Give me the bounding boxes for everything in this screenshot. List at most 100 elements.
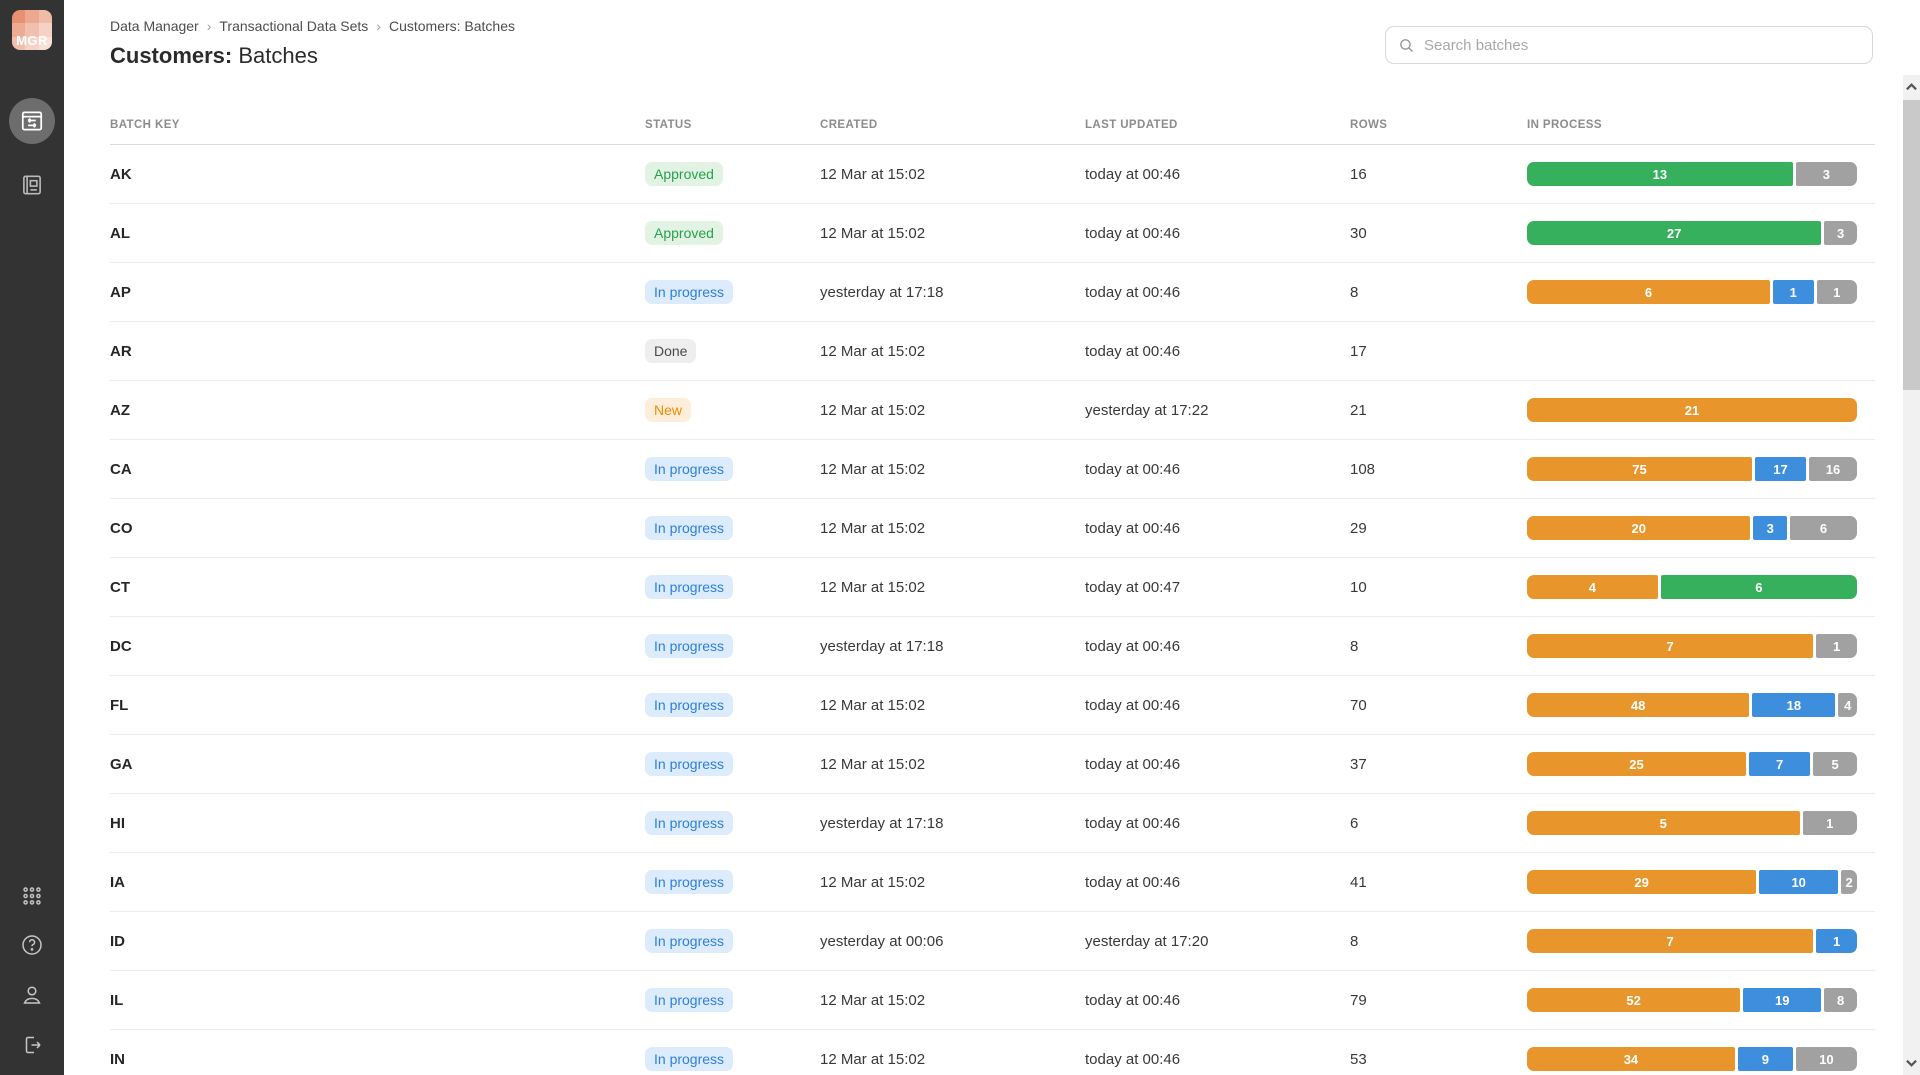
column-header-last-updated[interactable]: Last updated <box>1085 119 1350 131</box>
column-header-created[interactable]: Created <box>820 119 1085 131</box>
progress-segment-blue: 3 <box>1753 516 1787 540</box>
batch-key-cell: AZ <box>110 402 645 419</box>
table-row[interactable]: FL In progress 12 Mar at 15:02 today at … <box>110 676 1875 735</box>
table-row[interactable]: AP In progress yesterday at 17:18 today … <box>110 263 1875 322</box>
batch-key-cell: IA <box>110 874 645 891</box>
batch-key-cell: CO <box>110 520 645 537</box>
status-badge: New <box>645 398 691 422</box>
status-badge: In progress <box>645 1047 733 1071</box>
rows-count-cell: 37 <box>1350 756 1527 773</box>
table-row[interactable]: DC In progress yesterday at 17:18 today … <box>110 617 1875 676</box>
table-row[interactable]: IA In progress 12 Mar at 15:02 today at … <box>110 853 1875 912</box>
progress-segment-orange: 25 <box>1527 752 1746 776</box>
table-row[interactable]: HI In progress yesterday at 17:18 today … <box>110 794 1875 853</box>
journal-icon <box>19 172 45 198</box>
progress-segment-gray: 16 <box>1809 457 1857 481</box>
created-cell: 12 Mar at 15:02 <box>820 225 1085 242</box>
logout-button[interactable] <box>20 1033 44 1057</box>
table-row[interactable]: CT In progress 12 Mar at 15:02 today at … <box>110 558 1875 617</box>
app-logo[interactable]: MGR <box>12 10 52 50</box>
progress-segment-orange: 48 <box>1527 693 1749 717</box>
batch-key-cell: FL <box>110 697 645 714</box>
column-header-batch-key[interactable]: Batch key <box>110 119 645 131</box>
batch-key-cell: AP <box>110 284 645 301</box>
rows-count-cell: 21 <box>1350 402 1527 419</box>
progress-segment-gray: 2 <box>1841 870 1857 894</box>
created-cell: 12 Mar at 15:02 <box>820 520 1085 537</box>
batches-table: Batch key Status Created Last updated Ro… <box>110 105 1875 1075</box>
in-process-bar: 2575 <box>1527 752 1857 776</box>
last-updated-cell: today at 00:46 <box>1085 284 1350 301</box>
table-row[interactable]: AZ New 12 Mar at 15:02 yesterday at 17:2… <box>110 381 1875 440</box>
progress-segment-orange: 6 <box>1527 280 1770 304</box>
status-badge: In progress <box>645 929 733 953</box>
progress-segment-gray: 3 <box>1796 162 1857 186</box>
created-cell: 12 Mar at 15:02 <box>820 756 1085 773</box>
created-cell: 12 Mar at 15:02 <box>820 992 1085 1009</box>
last-updated-cell: yesterday at 17:22 <box>1085 402 1350 419</box>
created-cell: yesterday at 17:18 <box>820 638 1085 655</box>
table-data-icon <box>19 108 45 134</box>
progress-segment-gray: 1 <box>1816 634 1857 658</box>
in-process-bar: 751716 <box>1527 457 1857 481</box>
status-badge: In progress <box>645 693 733 717</box>
progress-segment-orange: 4 <box>1527 575 1658 599</box>
rows-count-cell: 30 <box>1350 225 1527 242</box>
progress-segment-orange: 34 <box>1527 1047 1735 1071</box>
created-cell: 12 Mar at 15:02 <box>820 461 1085 478</box>
table-row[interactable]: CO In progress 12 Mar at 15:02 today at … <box>110 499 1875 558</box>
progress-segment-blue: 7 <box>1749 752 1810 776</box>
breadcrumb-data-manager[interactable]: Data Manager <box>110 18 199 34</box>
logo-grid-cell <box>12 10 25 23</box>
progress-segment-green: 27 <box>1527 221 1821 245</box>
table-row[interactable]: ID In progress yesterday at 00:06 yester… <box>110 912 1875 971</box>
table-row[interactable]: AK Approved 12 Mar at 15:02 today at 00:… <box>110 145 1875 204</box>
column-header-status[interactable]: Status <box>645 119 820 131</box>
scroll-up-button[interactable] <box>1903 75 1920 99</box>
table-row[interactable]: AR Done 12 Mar at 15:02 today at 00:46 1… <box>110 322 1875 381</box>
table-row[interactable]: IN In progress 12 Mar at 15:02 today at … <box>110 1030 1875 1075</box>
created-cell: 12 Mar at 15:02 <box>820 697 1085 714</box>
page-title-view: Batches <box>238 43 318 68</box>
column-header-rows[interactable]: Rows <box>1350 119 1527 131</box>
table-row[interactable]: CA In progress 12 Mar at 15:02 today at … <box>110 440 1875 499</box>
rows-count-cell: 8 <box>1350 933 1527 950</box>
in-process-bar: 48184 <box>1527 693 1857 717</box>
account-button[interactable] <box>20 983 44 1007</box>
last-updated-cell: today at 00:46 <box>1085 461 1350 478</box>
scroll-down-button[interactable] <box>1903 1051 1920 1075</box>
help-button[interactable] <box>20 933 44 957</box>
column-header-in-process[interactable]: In process <box>1527 119 1875 131</box>
table-row[interactable]: GA In progress 12 Mar at 15:02 today at … <box>110 735 1875 794</box>
created-cell: yesterday at 00:06 <box>820 933 1085 950</box>
progress-segment-green: 13 <box>1527 162 1793 186</box>
in-process-bar: 71 <box>1527 634 1857 658</box>
batch-key-cell: AL <box>110 225 645 242</box>
main-content: Data Manager › Transactional Data Sets ›… <box>64 0 1920 1075</box>
created-cell: yesterday at 17:18 <box>820 815 1085 832</box>
apps-grid-button[interactable] <box>21 885 43 907</box>
table-row[interactable]: AL Approved 12 Mar at 15:02 today at 00:… <box>110 204 1875 263</box>
help-icon <box>20 933 44 957</box>
last-updated-cell: today at 00:46 <box>1085 520 1350 537</box>
last-updated-cell: today at 00:46 <box>1085 697 1350 714</box>
progress-segment-gray: 3 <box>1824 221 1857 245</box>
status-badge: In progress <box>645 280 733 304</box>
last-updated-cell: today at 00:46 <box>1085 815 1350 832</box>
sidebar-item-journal[interactable] <box>19 172 45 198</box>
rows-count-cell: 70 <box>1350 697 1527 714</box>
last-updated-cell: today at 00:46 <box>1085 343 1350 360</box>
search-input[interactable] <box>1424 37 1860 54</box>
sidebar-item-data-sets[interactable] <box>9 98 55 144</box>
in-process-bar: 2036 <box>1527 516 1857 540</box>
progress-segment-gray: 4 <box>1838 693 1857 717</box>
breadcrumb-customers-batches[interactable]: Customers: Batches <box>389 18 515 34</box>
status-badge: In progress <box>645 575 733 599</box>
rows-count-cell: 29 <box>1350 520 1527 537</box>
breadcrumb-transactional-data-sets[interactable]: Transactional Data Sets <box>219 18 368 34</box>
status-badge: In progress <box>645 634 733 658</box>
table-row[interactable]: IL In progress 12 Mar at 15:02 today at … <box>110 971 1875 1030</box>
batch-key-cell: CT <box>110 579 645 596</box>
scrollbar-thumb[interactable] <box>1903 100 1920 390</box>
in-process-bar: 611 <box>1527 280 1857 304</box>
